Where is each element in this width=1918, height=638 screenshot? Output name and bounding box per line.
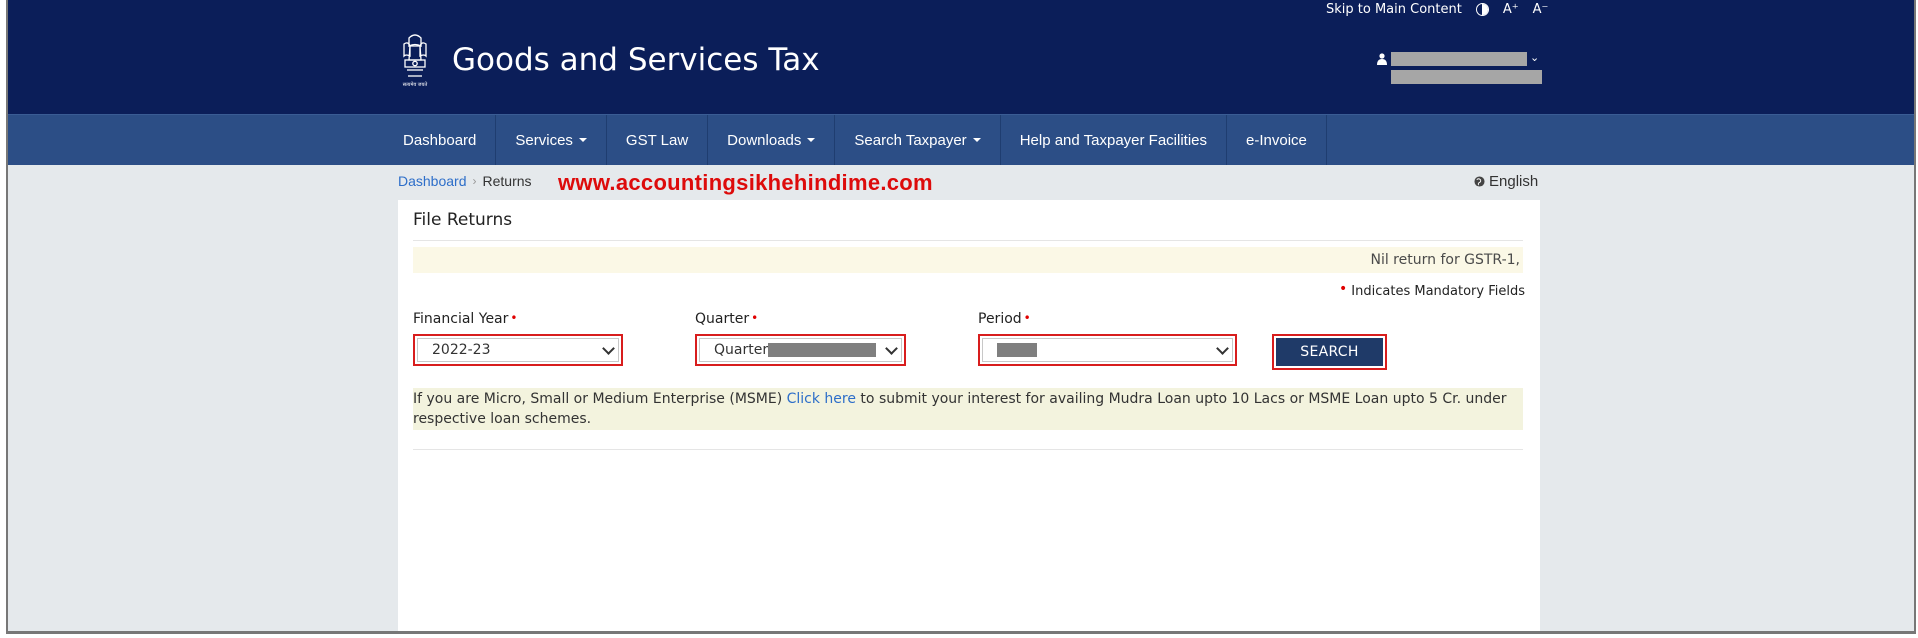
period-select[interactable]: [978, 334, 1237, 366]
breadcrumb-current: Returns: [482, 173, 532, 189]
select-inner: [982, 338, 1233, 362]
required-dot-icon: •: [751, 311, 759, 325]
select-inner: Quarter: [699, 338, 902, 362]
quarter-label: Quarter •: [695, 311, 758, 327]
period-label-text: Period: [978, 311, 1022, 327]
nav-item-dashboard[interactable]: Dashboard: [384, 115, 497, 165]
chevron-down-icon[interactable]: ⌄: [1530, 51, 1539, 64]
divider: [413, 240, 1523, 241]
divider: [413, 449, 1523, 450]
required-dot-icon: •: [510, 311, 518, 325]
financial-year-label-text: Financial Year: [413, 311, 509, 327]
nav-item-label: GST Law: [625, 131, 689, 149]
utility-links: Skip to Main Content A⁺ A⁻: [1326, 2, 1548, 17]
caret-down-icon: [972, 138, 981, 142]
redacted-quarter-range: [768, 343, 877, 357]
site-header: सत्यमेव जयते Goods and Services Tax ⌄: [8, 20, 1914, 114]
redacted-user-id: [1391, 70, 1542, 84]
utility-bar: Skip to Main Content A⁺ A⁻: [8, 0, 1914, 20]
language-selector[interactable]: English: [1474, 173, 1538, 190]
skip-to-main-link[interactable]: Skip to Main Content: [1326, 2, 1462, 17]
language-label: English: [1489, 173, 1539, 190]
financial-year-value: 2022-23: [432, 342, 491, 358]
nav-item-downloads[interactable]: Downloads: [708, 115, 836, 165]
breadcrumb-separator-icon: ›: [472, 174, 477, 188]
font-increase-button[interactable]: A⁺: [1503, 2, 1519, 17]
msme-click-here-link[interactable]: Click here: [787, 391, 856, 407]
notice-banner: Nil return for GSTR-1,: [413, 247, 1523, 273]
nav-item-help[interactable]: Help and Taxpayer Facilities: [1001, 115, 1228, 165]
nav-item-label: e-Invoice: [1246, 131, 1307, 149]
nav-item-label: Help and Taxpayer Facilities: [1019, 131, 1208, 149]
msme-text-before: If you are Micro, Small or Medium Enterp…: [413, 391, 787, 407]
financial-year-label: Financial Year •: [413, 311, 517, 327]
mandatory-note-text: Indicates Mandatory Fields: [1351, 284, 1525, 299]
nav-item-e-invoice[interactable]: e-Invoice: [1227, 115, 1327, 165]
caret-down-icon: [578, 138, 587, 142]
period-label: Period •: [978, 311, 1031, 327]
required-dot-icon: •: [1339, 281, 1348, 297]
caret-down-icon: [807, 138, 816, 142]
mandatory-note: • Indicates Mandatory Fields: [1339, 281, 1525, 299]
financial-year-select[interactable]: 2022-23: [413, 334, 623, 366]
globe-icon: [1474, 176, 1485, 187]
breadcrumb: Dashboard › Returns: [398, 173, 532, 189]
file-returns-panel: File Returns Nil return for GSTR-1, • In…: [398, 200, 1540, 631]
quarter-value: Quarter: [714, 342, 769, 358]
nav-item-label: Search Taxpayer: [854, 131, 967, 149]
site-title[interactable]: Goods and Services Tax: [452, 42, 820, 78]
breadcrumb-dashboard-link[interactable]: Dashboard: [398, 173, 467, 189]
redacted-user-name: [1391, 52, 1527, 66]
nav-item-search-taxpayer[interactable]: Search Taxpayer: [835, 115, 1001, 165]
required-dot-icon: •: [1023, 311, 1031, 325]
nav-item-gst-law[interactable]: GST Law: [607, 115, 709, 165]
redacted-period-value: [997, 343, 1037, 357]
quarter-select[interactable]: Quarter: [695, 334, 906, 366]
quarter-label-text: Quarter: [695, 311, 750, 327]
font-decrease-button[interactable]: A⁻: [1533, 2, 1549, 17]
nav-item-label: Downloads: [727, 131, 802, 149]
browser-frame: Skip to Main Content A⁺ A⁻ सत्यमेव जयते …: [6, 0, 1916, 634]
national-emblem-icon[interactable]: सत्यमेव जयते: [398, 32, 432, 88]
search-button[interactable]: SEARCH: [1272, 334, 1387, 370]
svg-text:सत्यमेव जयते: सत्यमेव जयते: [403, 81, 428, 88]
search-button-label: SEARCH: [1276, 338, 1383, 366]
watermark-text: www.accountingsikhehindime.com: [558, 170, 933, 195]
contrast-icon[interactable]: [1475, 3, 1489, 16]
panel-title: File Returns: [413, 210, 513, 230]
nav-item-label: Dashboard: [403, 131, 477, 149]
main-navigation: Dashboard Services GST Law Downloads Sea…: [8, 114, 1914, 165]
nav-list: Dashboard Services GST Law Downloads Sea…: [384, 115, 1327, 165]
select-inner: 2022-23: [417, 338, 619, 362]
nav-item-label: Services: [515, 131, 573, 149]
msme-info-banner: If you are Micro, Small or Medium Enterp…: [413, 388, 1523, 430]
user-icon: [1377, 53, 1387, 65]
nav-item-services[interactable]: Services: [496, 115, 607, 165]
